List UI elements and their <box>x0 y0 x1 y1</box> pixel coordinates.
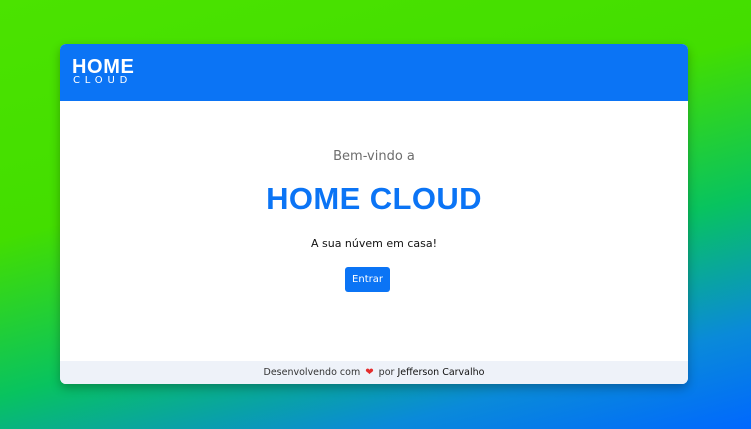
header-bar: HOME CLOUD <box>60 44 688 101</box>
footer: Desenvolvendo com ❤ por Jefferson Carval… <box>60 361 688 384</box>
logo-top-text: HOME <box>72 56 135 78</box>
logo-bottom-text: CLOUD <box>73 75 133 86</box>
footer-prefix: Desenvolvendo com <box>263 367 361 378</box>
heart-icon: ❤ <box>365 367 374 378</box>
logo[interactable]: HOME CLOUD <box>72 57 134 86</box>
page-title: HOME CLOUD <box>266 181 482 216</box>
tagline-text: A sua núvem em casa! <box>310 237 438 250</box>
main-content: Bem-vindo a HOME CLOUD A sua núvem em ca… <box>60 101 688 361</box>
app-window: HOME CLOUD Bem-vindo a HOME CLOUD A sua … <box>60 44 688 384</box>
enter-button[interactable]: Entrar <box>345 267 390 292</box>
footer-connector: por <box>378 367 395 378</box>
footer-author: Jefferson Carvalho <box>397 367 485 378</box>
welcome-text: Bem-vindo a <box>333 149 415 164</box>
